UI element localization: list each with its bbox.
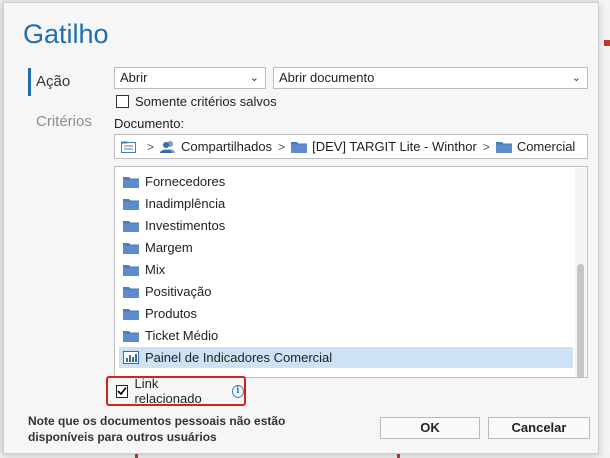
folder-icon (123, 331, 139, 342)
breadcrumb-label: Compartilhados (181, 139, 273, 154)
breadcrumb-separator-icon: > (482, 139, 490, 154)
breadcrumb-root[interactable] (121, 141, 141, 153)
related-link-option[interactable]: Link relacionado i (106, 376, 246, 406)
list-item-label: Ticket Médio (145, 328, 219, 343)
home-list-icon (121, 141, 136, 153)
folder-icon (123, 265, 139, 276)
list-item[interactable]: Ticket Médio (119, 325, 573, 346)
list-item-label: Investimentos (145, 218, 226, 233)
breadcrumb-comercial[interactable]: Comercial (495, 139, 576, 154)
list-item-label: Produtos (145, 306, 198, 321)
checkmark-icon (117, 386, 127, 396)
nav-item-criterios[interactable]: Critérios (28, 108, 108, 136)
dialog-title: Gatilho (23, 19, 109, 49)
list-item[interactable]: Margem (119, 237, 573, 258)
trigger-dialog: Gatilho Ação Critérios Abrir ⌄ Abrir doc… (3, 2, 599, 454)
list-item[interactable]: Fornecedores (119, 171, 573, 192)
saved-criteria-label: Somente critérios salvos (135, 94, 277, 109)
saved-criteria-option[interactable]: Somente critérios salvos (116, 94, 277, 109)
document-label: Documento: (114, 116, 185, 131)
folder-icon (123, 287, 139, 298)
breadcrumb: > Compartilhados > [DEV] TARGIT Lite - W… (114, 134, 588, 159)
dialog-nav: Ação Critérios (28, 68, 108, 136)
action-select-value: Abrir (120, 70, 148, 85)
info-icon[interactable]: i (231, 384, 245, 398)
document-list: Fornecedores Inadimplência Investimentos Ma… (114, 166, 588, 378)
ok-button[interactable]: OK (380, 417, 480, 439)
list-item-label: Painel de Indicadores Comercial (145, 350, 333, 365)
folder-icon (291, 142, 308, 153)
list-item-label: Mix (145, 262, 166, 277)
folder-icon (123, 199, 139, 210)
list-item-label: Inadimplência (145, 196, 226, 211)
breadcrumb-separator-icon: > (278, 139, 286, 154)
folder-icon (123, 221, 139, 232)
list-item[interactable]: Investimentos (119, 215, 573, 236)
chevron-down-icon: ⌄ (249, 72, 259, 84)
action-select[interactable]: Abrir ⌄ (114, 67, 266, 89)
saved-criteria-checkbox[interactable] (116, 95, 129, 108)
target-select-value: Abrir documento (279, 70, 375, 85)
breadcrumb-shared[interactable]: Compartilhados (160, 139, 272, 154)
breadcrumb-label: [DEV] TARGIT Lite - Winthor (312, 139, 477, 154)
personal-docs-note: Note que os documentos pessoais não estã… (28, 414, 286, 444)
list-item-label: Fornecedores (145, 174, 226, 189)
related-link-label: Link relacionado (134, 376, 202, 406)
nav-item-acao[interactable]: Ação (28, 68, 108, 96)
breadcrumb-separator-icon: > (147, 139, 155, 154)
related-link-checkbox[interactable] (116, 384, 129, 398)
list-item-label: Positivação (145, 284, 212, 299)
folder-icon (123, 243, 139, 254)
list-item[interactable]: Mix (119, 259, 573, 280)
breadcrumb-label: Comercial (516, 139, 576, 154)
list-item[interactable]: Painel de Indicadores Comercial (119, 347, 573, 368)
folder-icon (123, 177, 139, 188)
cancel-button[interactable]: Cancelar (488, 417, 590, 439)
folder-icon (495, 142, 512, 153)
dashboard-icon (123, 351, 139, 364)
scrollbar-thumb[interactable] (577, 264, 584, 377)
breadcrumb-dev[interactable]: [DEV] TARGIT Lite - Winthor (291, 139, 477, 154)
chevron-down-icon: ⌄ (571, 72, 581, 84)
list-scrollbar[interactable] (575, 168, 586, 377)
folder-icon (123, 309, 139, 320)
users-icon (160, 141, 176, 153)
list-item[interactable]: Inadimplência (119, 193, 573, 214)
list-item-label: Margem (145, 240, 193, 255)
list-item[interactable]: Produtos (119, 303, 573, 324)
list-item[interactable]: Positivação (119, 281, 573, 302)
target-select[interactable]: Abrir documento ⌄ (273, 67, 588, 89)
